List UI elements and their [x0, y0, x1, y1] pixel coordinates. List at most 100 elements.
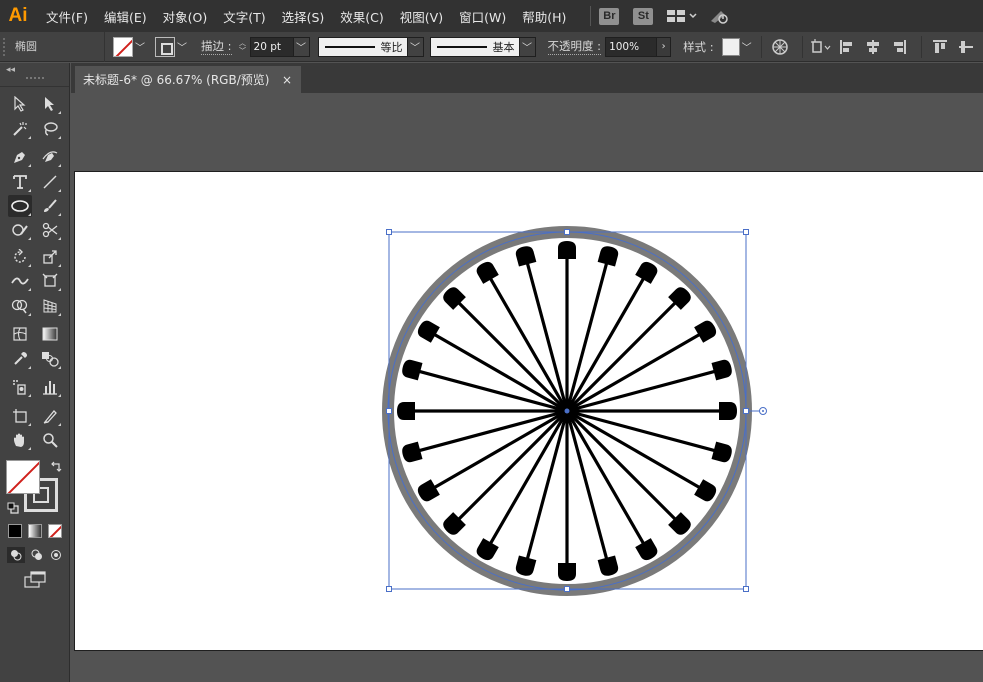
spoke-line	[566, 368, 722, 413]
graphic-style-swatch[interactable]	[721, 37, 740, 56]
bridge-button[interactable]: Br	[599, 7, 620, 25]
none-mode-button[interactable]	[48, 524, 62, 538]
draw-inside-icon[interactable]	[48, 547, 64, 563]
brush-dropdown-chevron-icon[interactable]: ﹀	[519, 36, 536, 57]
align-right-icon[interactable]	[888, 36, 910, 58]
spoke-cap	[515, 555, 537, 576]
stroke-dropdown-chevron-icon[interactable]: ﹀	[175, 37, 189, 57]
scale-tool-icon[interactable]	[38, 246, 62, 268]
workspace-layout-icon[interactable]	[667, 9, 699, 23]
menu-view[interactable]: 视图(V)	[400, 7, 443, 26]
artboard-tool-icon[interactable]	[8, 405, 32, 427]
stroke-width-input[interactable]: 20 pt	[249, 36, 294, 57]
opacity-arrow-icon[interactable]: ›	[657, 36, 672, 57]
menu-select[interactable]: 选择(S)	[282, 7, 325, 26]
shape-builder-tool-icon[interactable]	[8, 295, 32, 317]
magic-wand-tool-icon[interactable]	[8, 118, 32, 140]
direct-selection-tool-icon[interactable]	[38, 93, 62, 115]
spoke	[476, 410, 569, 561]
stroke-swatch[interactable]	[155, 36, 175, 57]
opacity-label[interactable]: 不透明度 :	[547, 38, 602, 55]
perspective-grid-tool-icon[interactable]	[38, 295, 62, 317]
brush-definition-select[interactable]: 基本	[429, 36, 520, 57]
symbol-sprayer-tool-icon[interactable]	[8, 376, 32, 398]
selection-tool-icon[interactable]	[8, 93, 32, 115]
opacity-input[interactable]: 100%	[605, 36, 658, 57]
ellipse-tool-icon[interactable]	[8, 195, 32, 217]
canvas-area[interactable]	[71, 93, 983, 682]
spoke-line	[566, 409, 722, 454]
spoke-cap	[694, 479, 717, 502]
eyedropper-tool-icon[interactable]	[8, 348, 32, 370]
pen-tool-icon[interactable]	[8, 146, 32, 168]
menu-window[interactable]: 窗口(W)	[459, 7, 506, 26]
menu-type[interactable]: 文字(T)	[223, 7, 265, 26]
spoke	[565, 261, 658, 412]
gradient-tool-icon[interactable]	[38, 323, 62, 345]
color-mode-button[interactable]	[8, 524, 22, 538]
app-logo: Ai	[8, 5, 28, 26]
zoom-tool-icon[interactable]	[38, 429, 62, 451]
artboard[interactable]	[74, 171, 983, 651]
rotate-tool-icon[interactable]	[8, 246, 32, 268]
menu-object[interactable]: 对象(O)	[163, 7, 208, 26]
spoke-cap	[402, 441, 423, 463]
menu-help[interactable]: 帮助(H)	[522, 7, 566, 26]
align-horizontal-center-icon[interactable]	[862, 36, 884, 58]
stock-button[interactable]: St	[633, 7, 654, 25]
slice-tool-icon[interactable]	[38, 405, 62, 427]
scissors-tool-icon[interactable]	[38, 219, 62, 241]
tools-panel: ◂◂	[0, 63, 70, 682]
stroke-width-dropdown-chevron-icon[interactable]: ﹀	[293, 36, 310, 57]
spoke-cap	[711, 359, 732, 381]
tools-panel-grip[interactable]	[26, 77, 44, 81]
variable-width-profile-select[interactable]: 等比	[317, 36, 408, 57]
stroke-label[interactable]: 描边 :	[201, 38, 232, 55]
illustrator-window: Ai 文件(F) 编辑(E) 对象(O) 文字(T) 选择(S) 效果(C) 视…	[0, 0, 983, 682]
align-left-icon[interactable]	[836, 36, 858, 58]
menu-effect[interactable]: 效果(C)	[340, 7, 383, 26]
profile-dropdown-chevron-icon[interactable]: ﹀	[407, 36, 424, 57]
draw-normal-icon[interactable]	[7, 547, 25, 563]
change-screen-mode-icon[interactable]	[24, 571, 48, 592]
style-label: 样式 :	[683, 39, 714, 54]
free-transform-tool-icon[interactable]	[38, 270, 62, 292]
menu-edit[interactable]: 编辑(E)	[104, 7, 147, 26]
recolor-artwork-icon[interactable]	[769, 36, 791, 58]
close-tab-icon[interactable]: ×	[282, 73, 292, 87]
document-tab[interactable]: 未标题-6* @ 66.67% (RGB/预览) ×	[75, 66, 301, 93]
line-segment-tool-icon[interactable]	[38, 171, 62, 193]
fill-swatch[interactable]	[113, 36, 133, 57]
collapse-panel-icon[interactable]: ◂◂	[6, 65, 15, 75]
shaper-tool-icon[interactable]	[8, 219, 32, 241]
curvature-tool-icon[interactable]	[38, 146, 62, 168]
draw-behind-icon[interactable]	[29, 547, 45, 563]
width-tool-icon[interactable]	[8, 270, 32, 292]
stroke-width-stepper[interactable]: ︿ ﹀	[236, 37, 250, 57]
fill-color-swatch[interactable]	[6, 460, 40, 494]
lasso-tool-icon[interactable]	[38, 118, 62, 140]
column-graph-tool-icon[interactable]	[38, 376, 62, 398]
gpu-performance-icon[interactable]	[709, 7, 731, 25]
swap-fill-stroke-icon[interactable]	[50, 461, 62, 476]
paintbrush-tool-icon[interactable]	[38, 195, 62, 217]
menu-bar: Ai 文件(F) 编辑(E) 对象(O) 文字(T) 选择(S) 效果(C) 视…	[0, 0, 983, 32]
style-dropdown-chevron-icon[interactable]: ﹀	[740, 37, 754, 57]
hand-tool-icon[interactable]	[8, 429, 32, 451]
align-vertical-center-icon[interactable]	[955, 36, 977, 58]
document-tab-title: 未标题-6* @ 66.67% (RGB/预览)	[83, 73, 270, 87]
default-fill-stroke-icon[interactable]	[7, 502, 19, 517]
blend-tool-icon[interactable]	[38, 348, 62, 370]
align-top-icon[interactable]	[929, 36, 951, 58]
fill-dropdown-chevron-icon[interactable]: ﹀	[133, 37, 147, 57]
mesh-tool-icon[interactable]	[8, 323, 32, 345]
tools-panel-header: ◂◂	[0, 63, 69, 87]
spoke-cap	[417, 479, 440, 502]
spoke-cap	[476, 261, 499, 284]
gradient-mode-button[interactable]	[28, 524, 42, 538]
wheel-artwork[interactable]	[75, 172, 983, 652]
type-tool-icon[interactable]	[8, 171, 32, 193]
align-to-selection-icon[interactable]	[810, 36, 832, 58]
spoke-cap	[558, 241, 576, 259]
menu-file[interactable]: 文件(F)	[46, 7, 88, 26]
